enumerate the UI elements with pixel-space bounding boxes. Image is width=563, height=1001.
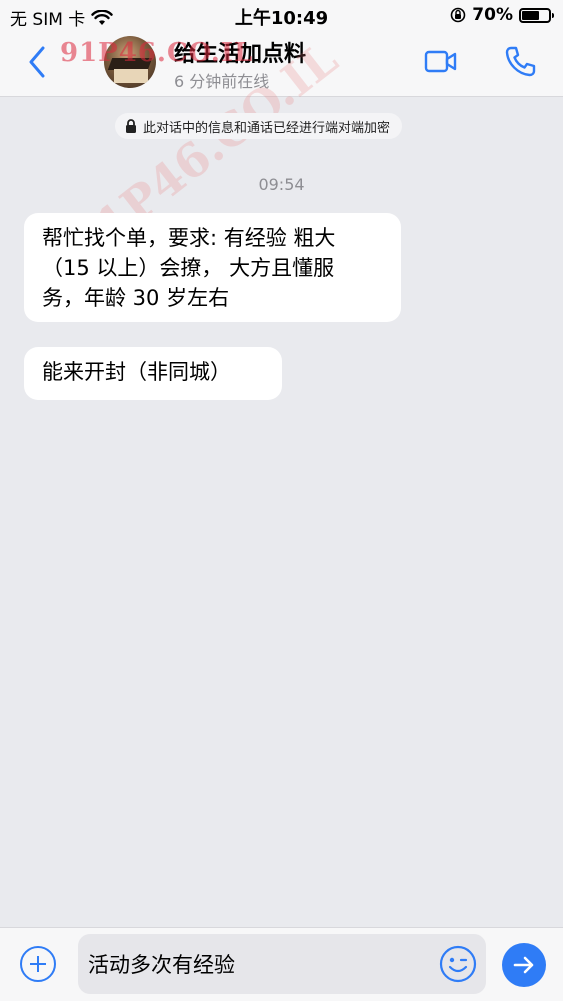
- battery-percent: 70%: [472, 5, 513, 25]
- video-call-button[interactable]: [424, 48, 458, 76]
- lock-icon: [126, 119, 136, 133]
- message-input-value[interactable]: 活动多次有经验: [88, 949, 235, 979]
- input-bar: 活动多次有经验: [0, 927, 563, 1001]
- attach-plus-button[interactable]: [20, 946, 56, 982]
- contact-name[interactable]: 给生活加点料: [174, 36, 306, 68]
- chat-header: 给生活加点料 6 分钟前在线 91P46.CO.IL: [0, 30, 563, 97]
- send-button[interactable]: [502, 943, 546, 987]
- rotation-lock-icon: [450, 7, 466, 23]
- encryption-notice[interactable]: 此对话中的信息和通话已经进行端对端加密: [115, 113, 403, 139]
- message-line: 能来开封（非同城）: [42, 360, 231, 384]
- message-input[interactable]: 活动多次有经验: [78, 934, 486, 994]
- status-bar: 无 SIM 卡 上午10:49 70%: [0, 0, 563, 30]
- battery-fill: [522, 10, 539, 20]
- avatar-wall-shape: [114, 69, 148, 83]
- video-camera-icon: [424, 50, 457, 73]
- emoji-button[interactable]: [438, 944, 478, 984]
- time-separator: 09:54: [258, 175, 305, 194]
- message-line: 务，年龄 30 岁左右: [42, 286, 230, 310]
- arrow-right-icon: [513, 956, 534, 974]
- status-right: 70%: [450, 5, 554, 25]
- back-button[interactable]: [24, 44, 50, 80]
- last-seen-status: 6 分钟前在线: [174, 72, 270, 91]
- smiley-icon: [439, 945, 477, 983]
- avatar[interactable]: [104, 36, 156, 88]
- message-line: 帮忙找个单，要求: 有经验 粗大: [42, 226, 336, 250]
- encryption-notice-text: 此对话中的信息和通话已经进行端对端加密: [143, 120, 391, 136]
- chevron-left-icon: [29, 46, 45, 78]
- battery-icon: [519, 7, 554, 23]
- voice-call-button[interactable]: [502, 44, 538, 80]
- message-bubble[interactable]: 能来开封（非同城）: [24, 347, 282, 400]
- message-line: （15 以上）会撩， 大方且懂服: [42, 256, 335, 280]
- message-bubble[interactable]: 帮忙找个单，要求: 有经验 粗大 （15 以上）会撩， 大方且懂服 务，年龄 3…: [24, 213, 401, 322]
- phone-icon: [505, 46, 536, 77]
